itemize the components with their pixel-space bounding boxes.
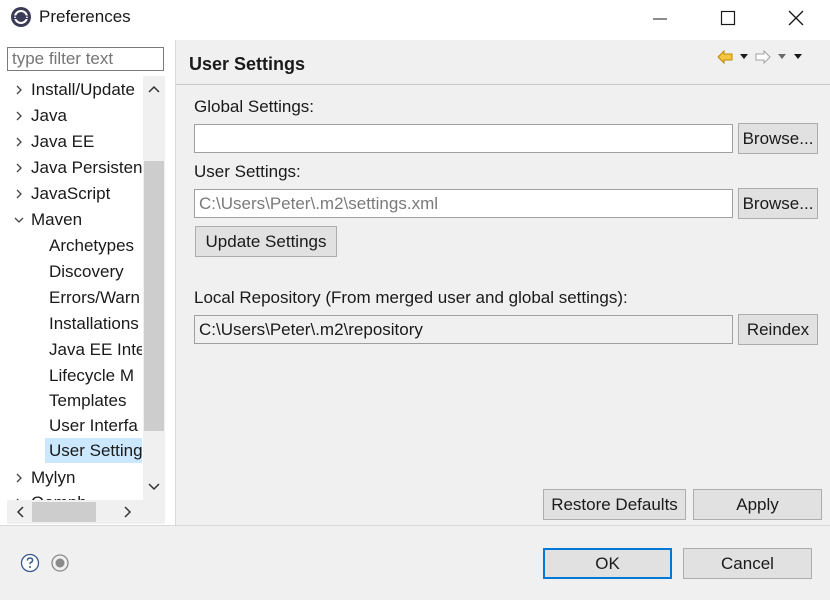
tree-item-discovery[interactable]: Discovery <box>7 259 142 284</box>
chevron-right-icon[interactable] <box>13 155 25 180</box>
tree-item-label: JavaScript <box>31 184 111 203</box>
scroll-up-button[interactable] <box>143 78 165 100</box>
help-icon[interactable] <box>20 553 40 573</box>
tree-item-label: Java EE Inte <box>49 340 142 359</box>
scroll-thumb[interactable] <box>32 502 96 522</box>
scroll-left-button[interactable] <box>9 500 31 524</box>
tree-item-javascript[interactable]: JavaScript <box>7 181 142 206</box>
close-icon <box>788 10 804 26</box>
reindex-button[interactable]: Reindex <box>738 314 818 345</box>
cancel-button[interactable]: Cancel <box>683 548 812 579</box>
view-menu-icon[interactable] <box>793 53 803 61</box>
global-settings-field[interactable] <box>194 124 733 153</box>
tree-item-archetypes[interactable]: Archetypes <box>7 233 142 258</box>
page-title: User Settings <box>189 54 306 74</box>
back-menu-chevron-icon[interactable] <box>739 53 749 61</box>
tree-item-label: Maven <box>31 210 83 229</box>
minimize-button[interactable] <box>626 0 694 36</box>
global-browse-button[interactable]: Browse... <box>738 123 818 154</box>
tree-item-lifecycle-mappings[interactable]: Lifecycle M <box>7 363 142 388</box>
tree-item-label: Installations <box>49 314 139 333</box>
chevron-up-icon <box>148 85 160 93</box>
tree-item-user-settings[interactable]: User Setting <box>45 438 142 463</box>
tree-item-label: Lifecycle M <box>49 366 135 385</box>
tree-item-label: Mylyn <box>31 468 76 487</box>
tree-item-java[interactable]: Java <box>7 103 142 128</box>
filter-input[interactable] <box>7 47 164 71</box>
tree-item-label: Java <box>31 106 67 125</box>
eclipse-app-icon <box>11 7 31 27</box>
tree-item-oomph[interactable]: Oomph <box>7 490 142 500</box>
tree-vertical-scrollbar[interactable] <box>143 76 165 500</box>
tree-item-label: User Setting <box>49 441 142 460</box>
user-settings-field[interactable]: C:\Users\Peter\.m2\settings.xml <box>194 189 733 218</box>
user-settings-label: User Settings: <box>194 162 301 181</box>
tree-item-label: Errors/Warn <box>49 288 140 307</box>
record-macro-icon[interactable] <box>50 553 70 573</box>
local-repository-field: C:\Users\Peter\.m2\repository <box>194 315 733 344</box>
chevron-down-icon[interactable] <box>13 207 25 232</box>
window-title: Preferences <box>39 7 131 26</box>
tree-item-label: Java EE <box>31 132 95 151</box>
tree-item-label: Templates <box>49 391 127 410</box>
apply-button[interactable]: Apply <box>693 489 822 520</box>
close-button[interactable] <box>762 0 830 36</box>
tree-horizontal-scrollbar[interactable] <box>7 500 143 524</box>
tree-item-label: Java Persisten <box>31 158 142 177</box>
tree-item-label: Discovery <box>49 262 124 281</box>
tree-item-java-ee-integration[interactable]: Java EE Inte <box>7 337 142 362</box>
title-separator <box>176 84 830 85</box>
restore-defaults-button[interactable]: Restore Defaults <box>543 489 686 520</box>
maximize-icon <box>720 10 736 26</box>
tree-item-user-interface[interactable]: User Interfa <box>7 413 142 438</box>
tree-item-mylyn[interactable]: Mylyn <box>7 465 142 490</box>
tree-item-java-persistence[interactable]: Java Persisten <box>7 155 142 180</box>
scroll-thumb[interactable] <box>144 161 164 431</box>
tree-item-label: Archetypes <box>49 236 135 255</box>
minimize-icon <box>653 18 667 20</box>
update-settings-button[interactable]: Update Settings <box>195 226 337 257</box>
chevron-right-icon[interactable] <box>13 103 25 128</box>
tree-item-label: Install/Update <box>31 80 135 99</box>
tree-item-install-update[interactable]: Install/Update <box>7 77 142 102</box>
scrollbar-corner <box>143 500 165 524</box>
ok-button[interactable]: OK <box>543 548 672 579</box>
page-navigation <box>717 48 803 66</box>
scroll-down-button[interactable] <box>143 476 165 498</box>
chevron-right-icon[interactable] <box>13 77 25 102</box>
global-settings-label: Global Settings: <box>194 97 315 116</box>
tree-item-installations[interactable]: Installations <box>7 311 142 336</box>
tree-item-label: User Interfa <box>49 416 138 435</box>
chevron-right-icon[interactable] <box>13 465 25 490</box>
chevron-down-icon <box>148 483 160 491</box>
title-bar: Preferences <box>0 0 830 36</box>
user-browse-button[interactable]: Browse... <box>738 188 818 219</box>
tree-item-errors-warnings[interactable]: Errors/Warn <box>7 285 142 310</box>
chevron-right-icon[interactable] <box>13 490 25 500</box>
tree-item-templates[interactable]: Templates <box>7 388 142 413</box>
scroll-right-button[interactable] <box>117 500 139 524</box>
maximize-button[interactable] <box>694 0 762 36</box>
forward-arrow-icon[interactable] <box>755 50 771 64</box>
chevron-right-icon[interactable] <box>13 181 25 206</box>
chevron-left-icon <box>16 506 24 518</box>
back-arrow-icon[interactable] <box>717 50 733 64</box>
tree-item-label: Oomph <box>31 490 87 500</box>
forward-menu-chevron-icon[interactable] <box>777 53 787 61</box>
local-repository-label: Local Repository (From merged user and g… <box>194 288 628 307</box>
tree-item-maven[interactable]: Maven <box>7 207 142 232</box>
chevron-right-icon[interactable] <box>13 129 25 154</box>
tree-item-java-ee[interactable]: Java EE <box>7 129 142 154</box>
chevron-right-icon <box>124 506 132 518</box>
